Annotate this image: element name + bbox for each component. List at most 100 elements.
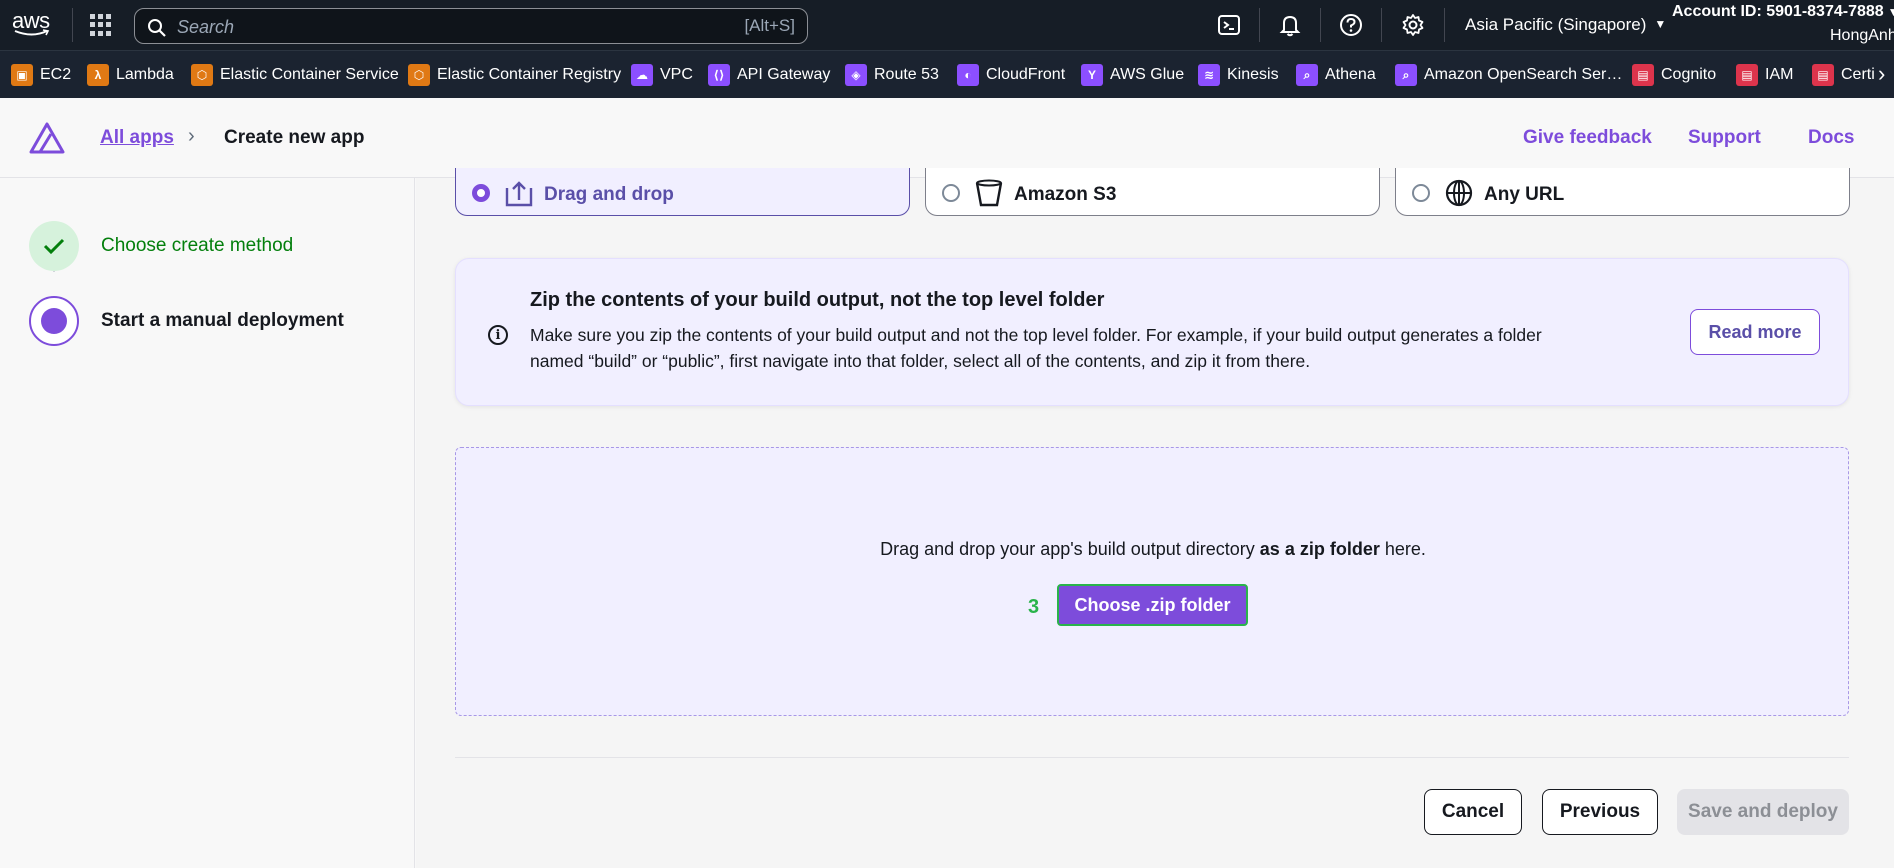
amplify-logo-icon[interactable] (29, 122, 65, 154)
favorite-label: Cognito (1661, 66, 1717, 83)
aws-top-bar: aws [Alt+S] Asia Pacific (Singapore) ▼ Ac… (0, 0, 1894, 50)
favorite-label: Certi (1841, 66, 1875, 83)
step-complete-indicator (29, 221, 79, 271)
file-drop-zone[interactable]: Drag and drop your app's build output di… (455, 447, 1849, 716)
route53-icon: ◈ (845, 64, 867, 86)
drop-text: Drag and drop your app's build output di… (880, 539, 1260, 559)
services-grid-icon[interactable] (90, 14, 112, 36)
api-gateway-icon: ⟨⟩ (708, 64, 730, 86)
cloudshell-icon[interactable] (1216, 12, 1242, 38)
previous-button[interactable]: Previous (1542, 789, 1658, 835)
favorite-iam[interactable]: ▤ IAM (1736, 63, 1793, 87)
globe-icon (1445, 179, 1473, 207)
account-menu[interactable]: Account ID: 5901-8374-7888 ▼ (1672, 3, 1894, 21)
option-amazon-s3[interactable]: Amazon S3 (925, 168, 1380, 216)
option-label: Drag and drop (544, 184, 674, 205)
breadcrumb-all-apps[interactable]: All apps (100, 127, 174, 149)
username: HongAnh (1830, 27, 1894, 44)
search-icon (148, 19, 166, 37)
aws-logo[interactable]: aws (12, 10, 54, 40)
cloudfront-icon: ◐ (957, 64, 979, 86)
favorite-label: IAM (1765, 66, 1794, 83)
favorite-api-gateway[interactable]: ⟨⟩ API Gateway (708, 63, 830, 87)
info-body: Make sure you zip the contents of your b… (530, 325, 1542, 371)
favorite-label: Amazon OpenSearch Ser… (1424, 66, 1623, 83)
read-more-button[interactable]: Read more (1690, 309, 1820, 355)
account-id: Account ID: 5901-8374-7888 (1672, 3, 1884, 20)
divider (455, 757, 1849, 758)
help-icon[interactable] (1338, 12, 1364, 38)
chevron-right-icon: › (188, 125, 195, 147)
step-label: Start a manual deployment (101, 310, 344, 331)
favorite-route53[interactable]: ◈ Route 53 (845, 63, 939, 87)
bell-icon[interactable] (1277, 12, 1303, 38)
favorites-bar: ▣ EC2 λ Lambda ⬡ Elastic Container Service … (0, 50, 1894, 98)
info-alert: i Zip the contents of your build output,… (455, 258, 1849, 406)
annotation-marker: 3 (1028, 596, 1040, 618)
radio-button[interactable] (942, 184, 960, 202)
vpc-icon: ☁ (631, 64, 653, 86)
favorite-lambda[interactable]: λ Lambda (87, 63, 174, 87)
favorite-ecr[interactable]: ⬡ Elastic Container Registry (408, 63, 621, 87)
step-start-manual-deployment[interactable]: Start a manual deployment (29, 296, 344, 346)
lambda-icon: λ (87, 64, 109, 86)
upload-icon (505, 181, 533, 207)
favorite-cloudfront[interactable]: ◐ CloudFront (957, 63, 1065, 87)
radio-button[interactable] (1412, 184, 1430, 202)
option-label: Any URL (1484, 184, 1565, 205)
favorite-kinesis[interactable]: ≋ Kinesis (1198, 63, 1279, 87)
save-and-deploy-button[interactable]: Save and deploy (1677, 789, 1849, 835)
chevron-right-icon[interactable]: › (1878, 61, 1894, 87)
favorite-glue[interactable]: Y AWS Glue (1081, 63, 1184, 87)
ec2-icon: ▣ (11, 64, 33, 86)
favorite-label: Elastic Container Service (220, 66, 399, 83)
opensearch-icon: ⌕ (1395, 64, 1417, 86)
divider (72, 8, 73, 42)
athena-icon: ⌕ (1296, 64, 1318, 86)
info-title: Zip the contents of your build output, n… (530, 289, 1105, 311)
drop-zone-instructions: Drag and drop your app's build output di… (456, 539, 1850, 560)
divider (1320, 8, 1321, 42)
favorite-vpc[interactable]: ☁ VPC (631, 63, 693, 87)
search-box[interactable]: [Alt+S] (134, 8, 808, 44)
region-selector[interactable]: Asia Pacific (Singapore) ▼ (1465, 15, 1666, 35)
step-choose-create-method[interactable]: Choose create method (29, 221, 293, 271)
favorite-opensearch[interactable]: ⌕ Amazon OpenSearch Ser… (1395, 63, 1622, 87)
favorite-label: Athena (1325, 66, 1376, 83)
settings-gear-icon[interactable] (1400, 12, 1426, 38)
support-link[interactable]: Support (1688, 127, 1761, 149)
breadcrumb-current: Create new app (224, 127, 365, 148)
favorite-label: Route 53 (874, 66, 939, 83)
glue-icon: Y (1081, 64, 1103, 86)
ecs-icon: ⬡ (191, 64, 213, 86)
favorite-ecs[interactable]: ⬡ Elastic Container Service (191, 63, 399, 87)
give-feedback-link[interactable]: Give feedback (1523, 127, 1652, 149)
info-icon: i (488, 325, 508, 345)
option-label: Amazon S3 (1014, 184, 1117, 205)
choose-zip-folder-button[interactable]: Choose .zip folder (1057, 584, 1248, 626)
favorite-label: Lambda (116, 66, 174, 83)
main-content: Drag and drop Amazon S3 Any URL i Zip th… (416, 168, 1894, 868)
option-any-url[interactable]: Any URL (1395, 168, 1850, 216)
docs-link[interactable]: Docs (1808, 127, 1854, 149)
drop-text-bold: as a zip folder (1259, 539, 1380, 559)
search-shortcut: [Alt+S] (744, 16, 795, 35)
cognito-icon: ▤ (1632, 64, 1654, 86)
search-input[interactable] (177, 15, 697, 39)
bucket-icon (975, 179, 1003, 207)
favorite-certificate-manager[interactable]: ▤ Certi (1812, 63, 1875, 87)
wizard-steps: Choose create method Start a manual depl… (0, 178, 415, 868)
radio-button[interactable] (472, 184, 490, 202)
cancel-button[interactable]: Cancel (1424, 789, 1522, 835)
favorite-athena[interactable]: ⌕ Athena (1296, 63, 1376, 87)
favorite-ec2[interactable]: ▣ EC2 (11, 63, 71, 87)
checkmark-icon (43, 238, 65, 255)
divider (1259, 8, 1260, 42)
favorite-label: Elastic Container Registry (437, 66, 622, 83)
option-drag-and-drop[interactable]: Drag and drop (455, 168, 910, 216)
divider (1444, 8, 1445, 42)
favorite-label: AWS Glue (1110, 66, 1185, 83)
divider (1381, 8, 1382, 42)
favorite-cognito[interactable]: ▤ Cognito (1632, 63, 1716, 87)
kinesis-icon: ≋ (1198, 64, 1220, 86)
